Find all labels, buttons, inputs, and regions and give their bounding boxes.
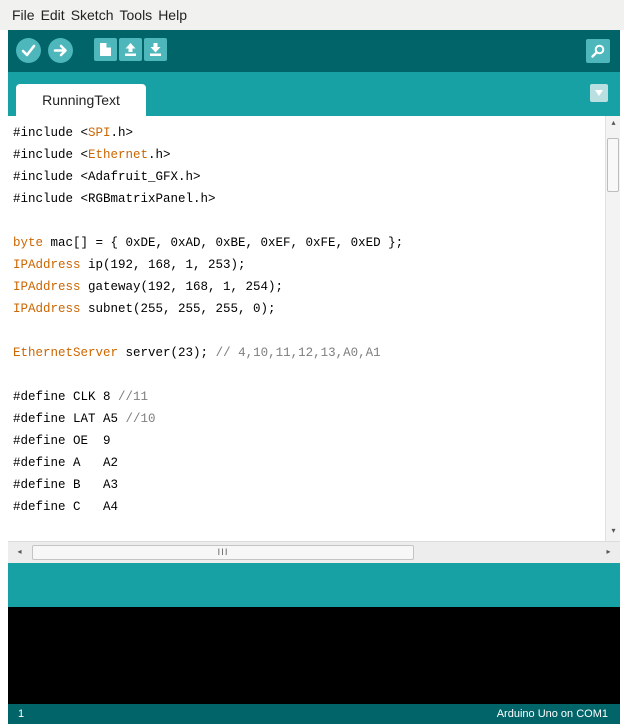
code-line[interactable]: IPAddress subnet(255, 255, 255, 0); bbox=[13, 298, 605, 320]
code-line[interactable]: EthernetServer server(23); // 4,10,11,12… bbox=[13, 342, 605, 364]
code-line[interactable]: IPAddress gateway(192, 168, 1, 254); bbox=[13, 276, 605, 298]
message-area bbox=[8, 563, 620, 607]
menu-edit[interactable]: Edit bbox=[41, 7, 65, 23]
tab-runningtext[interactable]: RunningText bbox=[16, 84, 146, 116]
scroll-up-icon[interactable]: ▴ bbox=[606, 118, 620, 127]
code-text: #define B A3 bbox=[13, 478, 119, 492]
code-editor[interactable]: #include <SPI.h> #include <Ethernet.h> #in… bbox=[8, 116, 620, 541]
new-icon bbox=[100, 43, 111, 56]
tab-menu-button[interactable] bbox=[590, 84, 608, 102]
code-line[interactable]: #define CLK 8 //11 bbox=[13, 386, 605, 408]
code-text: #include <Adafruit_GFX.h> bbox=[13, 170, 201, 184]
code-text: #define CLK 8 bbox=[13, 390, 119, 404]
serial-monitor-button[interactable] bbox=[586, 39, 610, 63]
code-keyword: EthernetServer bbox=[13, 346, 119, 360]
code-line[interactable]: #define LAT A5 //10 bbox=[13, 408, 605, 430]
tab-strip: RunningText bbox=[8, 72, 620, 116]
code-text: .h> bbox=[110, 126, 134, 140]
code-line[interactable]: #define C A4 bbox=[13, 496, 605, 518]
board-port-label: Arduino Uno on COM1 bbox=[496, 708, 608, 720]
scroll-down-icon[interactable]: ▾ bbox=[606, 526, 620, 535]
chevron-down-icon bbox=[595, 90, 603, 96]
code-text: mac[] = { 0xDE, 0xAD, 0xBE, 0xEF, 0xFE, … bbox=[43, 236, 404, 250]
code-line[interactable]: #define B A3 bbox=[13, 474, 605, 496]
code-text: #define C A4 bbox=[13, 500, 119, 514]
code-line[interactable]: #define OE 9 bbox=[13, 430, 605, 452]
verify-icon bbox=[21, 44, 36, 57]
code-text: #include < bbox=[13, 148, 89, 162]
code-line[interactable]: #include <Ethernet.h> bbox=[13, 144, 605, 166]
code-keyword: byte bbox=[13, 236, 44, 250]
code-keyword: SPI bbox=[88, 126, 111, 140]
code-keyword: Ethernet bbox=[88, 148, 149, 162]
menu-help[interactable]: Help bbox=[158, 7, 187, 23]
code-text: .h> bbox=[148, 148, 171, 162]
code-text: subnet(255, 255, 255, 0); bbox=[80, 302, 276, 316]
code-line[interactable] bbox=[13, 320, 605, 342]
code-keyword: IPAddress bbox=[13, 258, 81, 272]
code-text: #include <RGBmatrixPanel.h> bbox=[13, 192, 216, 206]
status-bar: 1 Arduino Uno on COM1 bbox=[8, 704, 620, 724]
upload-icon bbox=[53, 44, 67, 57]
code-line[interactable]: IPAddress ip(192, 168, 1, 253); bbox=[13, 254, 605, 276]
code-line[interactable]: #include <SPI.h> bbox=[13, 122, 605, 144]
code-keyword: IPAddress bbox=[13, 280, 81, 294]
tab-label: RunningText bbox=[42, 92, 120, 108]
code-keyword: IPAddress bbox=[13, 302, 81, 316]
scroll-right-icon[interactable]: ▸ bbox=[601, 547, 616, 556]
code-line[interactable]: #include <RGBmatrixPanel.h> bbox=[13, 188, 605, 210]
upload-button[interactable] bbox=[48, 38, 73, 63]
menu-sketch[interactable]: Sketch bbox=[71, 7, 114, 23]
open-button[interactable] bbox=[119, 38, 142, 61]
horizontal-scrollbar[interactable]: ◂ III ▸ bbox=[8, 541, 620, 563]
horizontal-scroll-thumb[interactable]: III bbox=[32, 545, 414, 560]
code-line[interactable]: #define A A2 bbox=[13, 452, 605, 474]
console-output[interactable] bbox=[8, 607, 620, 704]
code-comment: //11 bbox=[118, 390, 149, 404]
code-text: #include < bbox=[13, 126, 89, 140]
save-icon bbox=[150, 43, 161, 56]
scroll-left-icon[interactable]: ◂ bbox=[12, 547, 27, 556]
code-text: #define A A2 bbox=[13, 456, 119, 470]
vertical-scrollbar[interactable]: ▴ ▾ bbox=[605, 116, 620, 541]
code-line[interactable] bbox=[13, 364, 605, 386]
code-line[interactable]: byte mac[] = { 0xDE, 0xAD, 0xBE, 0xEF, 0… bbox=[13, 232, 605, 254]
menu-file[interactable]: File bbox=[12, 7, 35, 23]
code-text: server(23); bbox=[118, 346, 216, 360]
menu-tools[interactable]: Tools bbox=[120, 7, 153, 23]
new-button[interactable] bbox=[94, 38, 117, 61]
code-line[interactable] bbox=[13, 210, 605, 232]
toolbar bbox=[8, 30, 620, 72]
code-line[interactable]: #include <Adafruit_GFX.h> bbox=[13, 166, 605, 188]
code-comment: // 4,10,11,12,13,A0,A1 bbox=[215, 346, 381, 360]
code-comment: //10 bbox=[125, 412, 156, 426]
vertical-scroll-thumb[interactable] bbox=[607, 138, 619, 192]
scroll-grip: III bbox=[217, 547, 229, 558]
code-text: #define LAT A5 bbox=[13, 412, 126, 426]
save-button[interactable] bbox=[144, 38, 167, 61]
code-text: gateway(192, 168, 1, 254); bbox=[80, 280, 284, 294]
line-number: 1 bbox=[18, 708, 25, 720]
code-text: #define OE 9 bbox=[13, 434, 111, 448]
code-line[interactable] bbox=[13, 518, 605, 540]
code-text: ip(192, 168, 1, 253); bbox=[80, 258, 246, 272]
code-text[interactable]: #include <SPI.h> #include <Ethernet.h> #in… bbox=[13, 122, 605, 541]
verify-button[interactable] bbox=[16, 38, 41, 63]
menu-bar: File Edit Sketch Tools Help bbox=[0, 0, 624, 30]
open-icon bbox=[125, 43, 136, 56]
serial-monitor-icon bbox=[591, 44, 605, 58]
